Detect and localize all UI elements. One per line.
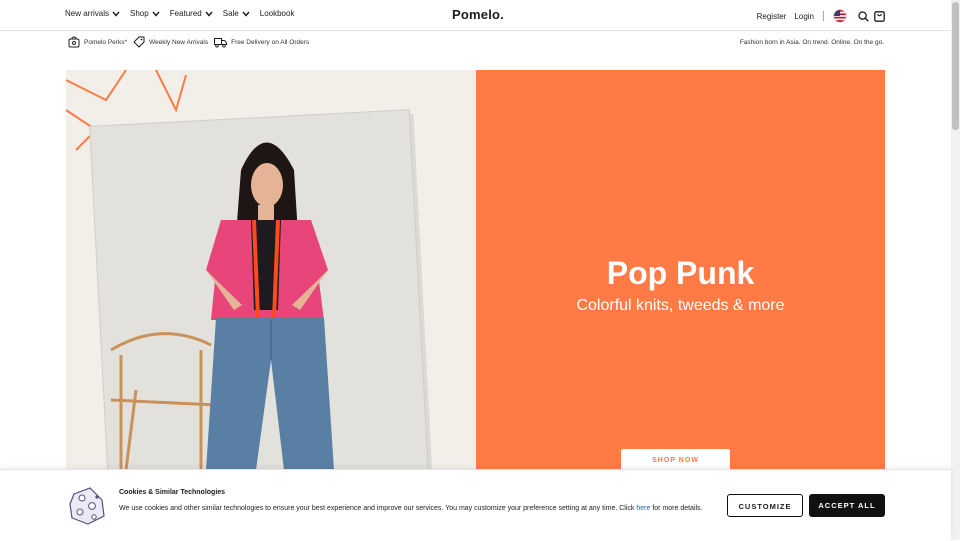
pomelo-logo[interactable]: Pomelo. [452, 7, 504, 22]
page-scrollbar[interactable] [951, 0, 960, 540]
login-link[interactable]: Login [794, 12, 814, 21]
promo-bar: Pomelo Perks* Weekly New Arrivals Free D… [68, 36, 315, 48]
perks-bag-icon [68, 36, 80, 48]
nav-label: New arrivals [65, 9, 110, 18]
cookie-text-end: for more details. [650, 505, 703, 512]
hero-subtitle: Colorful knits, tweeds & more [576, 297, 785, 314]
scrollbar-thumb[interactable] [952, 2, 959, 130]
tag-icon [133, 36, 145, 48]
chevron-down-icon [205, 11, 213, 17]
hero-image[interactable] [66, 70, 476, 470]
cookie-details-link[interactable]: here [636, 505, 650, 512]
truck-icon [214, 37, 228, 48]
cookie-title: Cookies & Similar Technologies [119, 489, 226, 496]
accept-all-button[interactable]: ACCEPT ALL [809, 494, 885, 517]
nav-divider [823, 11, 824, 21]
promo-weekly[interactable]: Weekly New Arrivals [133, 36, 208, 48]
hero-panel: Pop Punk Colorful knits, tweeds & more S… [476, 70, 885, 473]
us-flag-icon[interactable] [833, 9, 847, 23]
chevron-down-icon [242, 11, 250, 17]
site-header: New arrivals Shop Featured Sale Lookbook… [0, 0, 951, 31]
nav-item-sale[interactable]: Sale [223, 9, 250, 18]
promo-perks[interactable]: Pomelo Perks* [68, 36, 127, 48]
cookie-text-start: We use cookies and other similar technol… [119, 505, 637, 512]
cookie-description: We use cookies and other similar technol… [119, 503, 709, 514]
cookie-banner: Cookies & Similar Technologies We use co… [0, 469, 951, 541]
promo-label: Free Delivery on All Orders [231, 38, 310, 46]
hero-photo-illustration [66, 70, 434, 470]
nav-item-lookbook[interactable]: Lookbook [260, 9, 295, 18]
main-nav: New arrivals Shop Featured Sale Lookbook [65, 9, 304, 18]
nav-label: Featured [169, 9, 202, 18]
nav-item-featured[interactable]: Featured [170, 9, 213, 18]
search-icon[interactable] [857, 10, 869, 22]
tagline: Fashion born in Asia. On trend. Online. … [739, 39, 884, 46]
bag-icon[interactable] [873, 10, 885, 22]
nav-item-shop[interactable]: Shop [130, 9, 160, 18]
cookie-illustration-icon [69, 487, 105, 525]
promo-label: Pomelo Perks* [84, 38, 127, 46]
account-nav: Register Login [749, 9, 885, 23]
nav-label: Shop [130, 9, 149, 18]
chevron-down-icon [152, 11, 160, 17]
nav-item-new-arrivals[interactable]: New arrivals [65, 9, 120, 18]
promo-label: Weekly New Arrivals [149, 38, 209, 46]
nav-label: Lookbook [259, 9, 295, 18]
customize-button[interactable]: CUSTOMIZE [727, 494, 803, 517]
hero-title: Pop Punk [606, 255, 755, 291]
chevron-down-icon [112, 11, 120, 17]
promo-delivery[interactable]: Free Delivery on All Orders [214, 37, 309, 48]
nav-label: Sale [222, 9, 239, 18]
register-link[interactable]: Register [757, 12, 787, 21]
